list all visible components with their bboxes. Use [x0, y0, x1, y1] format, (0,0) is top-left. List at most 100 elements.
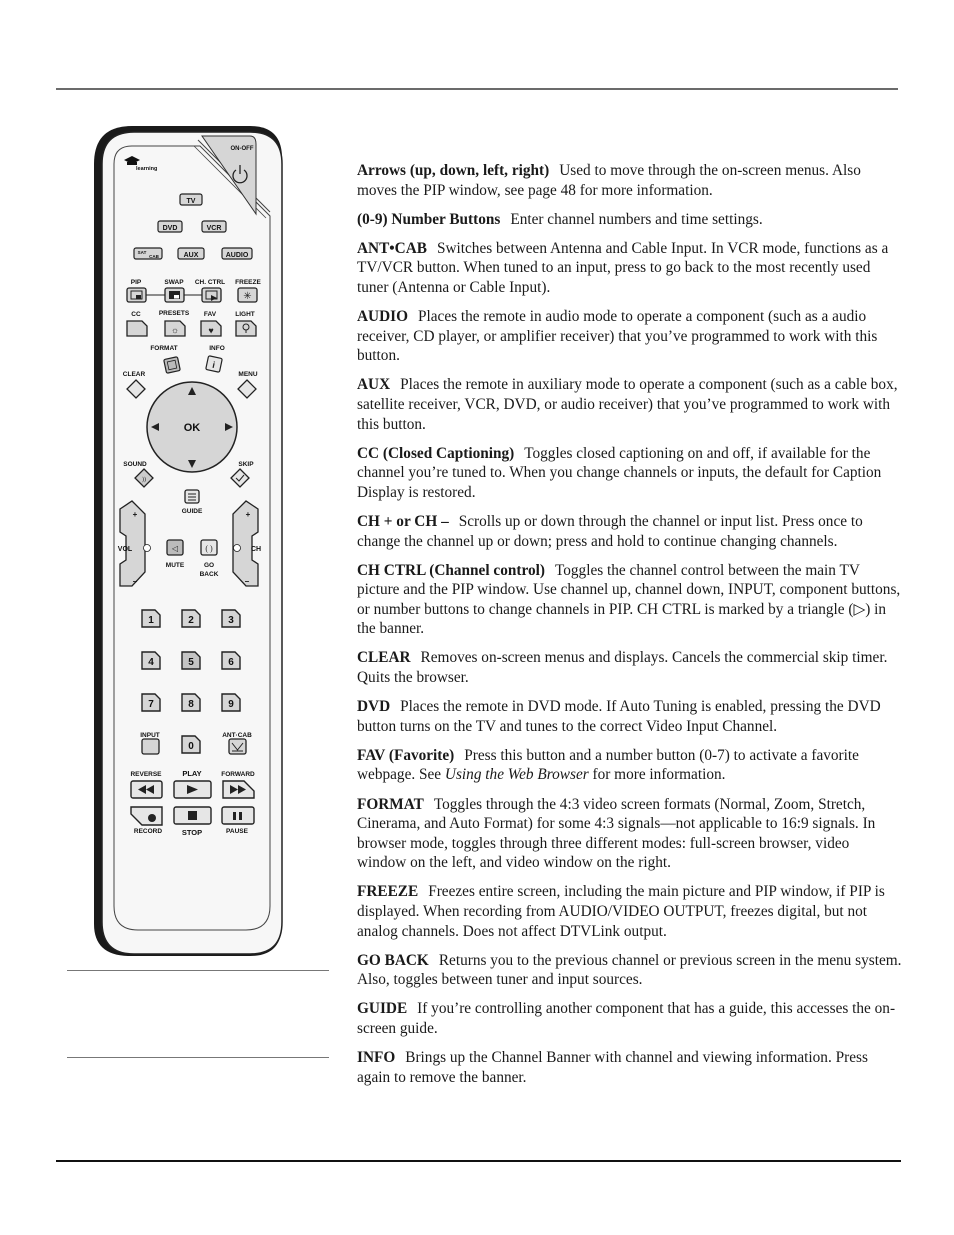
label-freeze: FREEZE	[235, 279, 261, 286]
svg-text:VCR: VCR	[207, 225, 222, 232]
entry-description: Freezes entire screen, including the mai…	[357, 883, 885, 940]
number-6-button[interactable]: 6	[221, 651, 241, 670]
number-4-button[interactable]: 4	[141, 651, 161, 670]
aux-button[interactable]: AUX	[177, 247, 205, 260]
vcr-button[interactable]: VCR	[201, 220, 227, 233]
heart-icon: ♥	[208, 326, 213, 336]
pip-button[interactable]	[126, 287, 147, 303]
description-entry: GUIDE If you’re controlling another compo…	[357, 999, 902, 1038]
entry-term: AUX	[357, 376, 391, 394]
entry-description-reference: Using the Web Browser	[444, 766, 589, 784]
entry-term: GO BACK	[357, 951, 429, 969]
reverse-button[interactable]	[130, 780, 163, 799]
entry-description: Brings up the Channel Banner with channe…	[357, 1049, 868, 1086]
entry-term: AUDIO	[357, 308, 408, 326]
cc-button[interactable]	[126, 320, 148, 337]
entry-term: FREEZE	[357, 883, 419, 901]
sidebar-rule-bottom	[67, 1057, 329, 1058]
guide-button[interactable]	[184, 489, 200, 504]
info-button[interactable]: i	[205, 355, 223, 373]
entry-term: (0-9) Number Buttons	[357, 210, 501, 228]
svg-text:7: 7	[148, 699, 154, 710]
vol-down-button[interactable]: –	[133, 577, 138, 586]
go-back-button[interactable]: ( )	[200, 539, 218, 556]
description-entry: CH CTRL (Channel control) Toggles the cha…	[357, 561, 902, 639]
mute-button[interactable]: ◁	[166, 539, 184, 556]
entry-term: CC (Closed Captioning)	[357, 444, 515, 462]
audio-button[interactable]: AUDIO	[221, 247, 253, 260]
entry-term: Arrows (up, down, left, right)	[357, 162, 550, 179]
label-info: INFO	[209, 345, 225, 352]
ch-ctrl-button[interactable]	[201, 287, 222, 303]
svg-text:0: 0	[188, 741, 194, 752]
description-entry: DVD Places the remote in DVD mode. If Aut…	[357, 697, 902, 736]
description-entry: FREEZE Freezes entire screen, including t…	[357, 882, 902, 941]
number-8-button[interactable]: 8	[181, 693, 201, 712]
description-entry: AUDIO Places the remote in audio mode to …	[357, 307, 902, 366]
description-entry: FAV (Favorite) Press this button and a nu…	[357, 746, 902, 785]
record-icon	[148, 814, 156, 822]
label-menu: MENU	[238, 371, 257, 378]
number-3-button[interactable]: 3	[221, 609, 241, 628]
vol-up-button[interactable]: +	[133, 510, 138, 519]
label-cc: CC	[131, 311, 141, 318]
entry-term: CLEAR	[357, 649, 411, 667]
play-button[interactable]	[173, 780, 212, 799]
label-format: FORMAT	[150, 345, 177, 352]
button-descriptions: Arrows (up, down, left, right) Used to mo…	[357, 161, 902, 1097]
presets-icon: ☼	[171, 325, 179, 335]
entry-description: Returns you to the previous channel or p…	[357, 951, 902, 989]
format-button[interactable]	[163, 356, 181, 374]
number-5-button[interactable]: 5	[181, 651, 201, 670]
entry-description: Switches between Antenna and Cable Input…	[357, 239, 889, 296]
ch-down-button[interactable]: –	[245, 577, 250, 586]
svg-text:TV: TV	[187, 198, 196, 205]
label-back: BACK	[200, 571, 219, 578]
label-skip: SKIP	[238, 461, 254, 468]
label-guide: GUIDE	[182, 508, 203, 515]
label-record: RECORD	[134, 828, 162, 835]
svg-text:8: 8	[188, 699, 194, 710]
freeze-icon: ✳	[243, 291, 251, 302]
entry-term: INFO	[357, 1049, 396, 1067]
sidebar-rule-top	[67, 970, 329, 971]
swap-button[interactable]	[164, 287, 185, 303]
svg-text:AUDIO: AUDIO	[226, 252, 249, 259]
ch-up-button[interactable]: +	[246, 510, 251, 519]
header-rule	[56, 88, 898, 90]
remote-illustration: ON-OFF learning TV DVD VCR SAT CAB AUX A…	[90, 124, 286, 958]
ant-cab-button[interactable]	[228, 738, 247, 755]
sat-cab-button[interactable]: SAT CAB	[133, 247, 163, 260]
label-vol: VOL	[118, 546, 133, 553]
light-button[interactable]	[235, 320, 257, 337]
label-mute: MUTE	[166, 562, 185, 569]
pause-button[interactable]	[221, 806, 255, 825]
dvd-button[interactable]: DVD	[157, 220, 183, 233]
svg-text:3: 3	[228, 615, 234, 626]
label-forward: FORWARD	[221, 771, 255, 778]
svg-text:6: 6	[228, 657, 234, 668]
label-stop: STOP	[182, 828, 202, 837]
entry-description: Removes on-screen menus and displays. Ca…	[357, 649, 888, 687]
label-presets: PRESETS	[159, 310, 190, 317]
description-entry: CC (Closed Captioning) Toggles closed cap…	[357, 444, 902, 503]
number-1-button[interactable]: 1	[141, 609, 161, 628]
svg-text:DVD: DVD	[163, 225, 178, 232]
ok-button[interactable]: OK	[184, 422, 201, 434]
entry-term: ANT•CAB	[357, 239, 427, 257]
label-input: INPUT	[140, 732, 160, 739]
number-9-button[interactable]: 9	[221, 693, 241, 712]
input-button[interactable]	[141, 738, 160, 755]
svg-text:SAT: SAT	[138, 250, 147, 255]
description-entry: ANT•CAB Switches between Antenna and Cabl…	[357, 239, 902, 298]
number-2-button[interactable]: 2	[181, 609, 201, 628]
label-ant-cab: ANT·CAB	[222, 732, 252, 739]
presets-button[interactable]: ☼	[164, 320, 186, 337]
number-0-button[interactable]: 0	[181, 735, 201, 754]
freeze-button[interactable]: ✳	[237, 287, 258, 303]
entry-term: FORMAT	[357, 795, 424, 813]
number-7-button[interactable]: 7	[141, 693, 161, 712]
tv-button[interactable]: TV	[179, 193, 203, 206]
fav-button[interactable]: ♥	[200, 320, 222, 337]
stop-button[interactable]	[173, 806, 212, 825]
